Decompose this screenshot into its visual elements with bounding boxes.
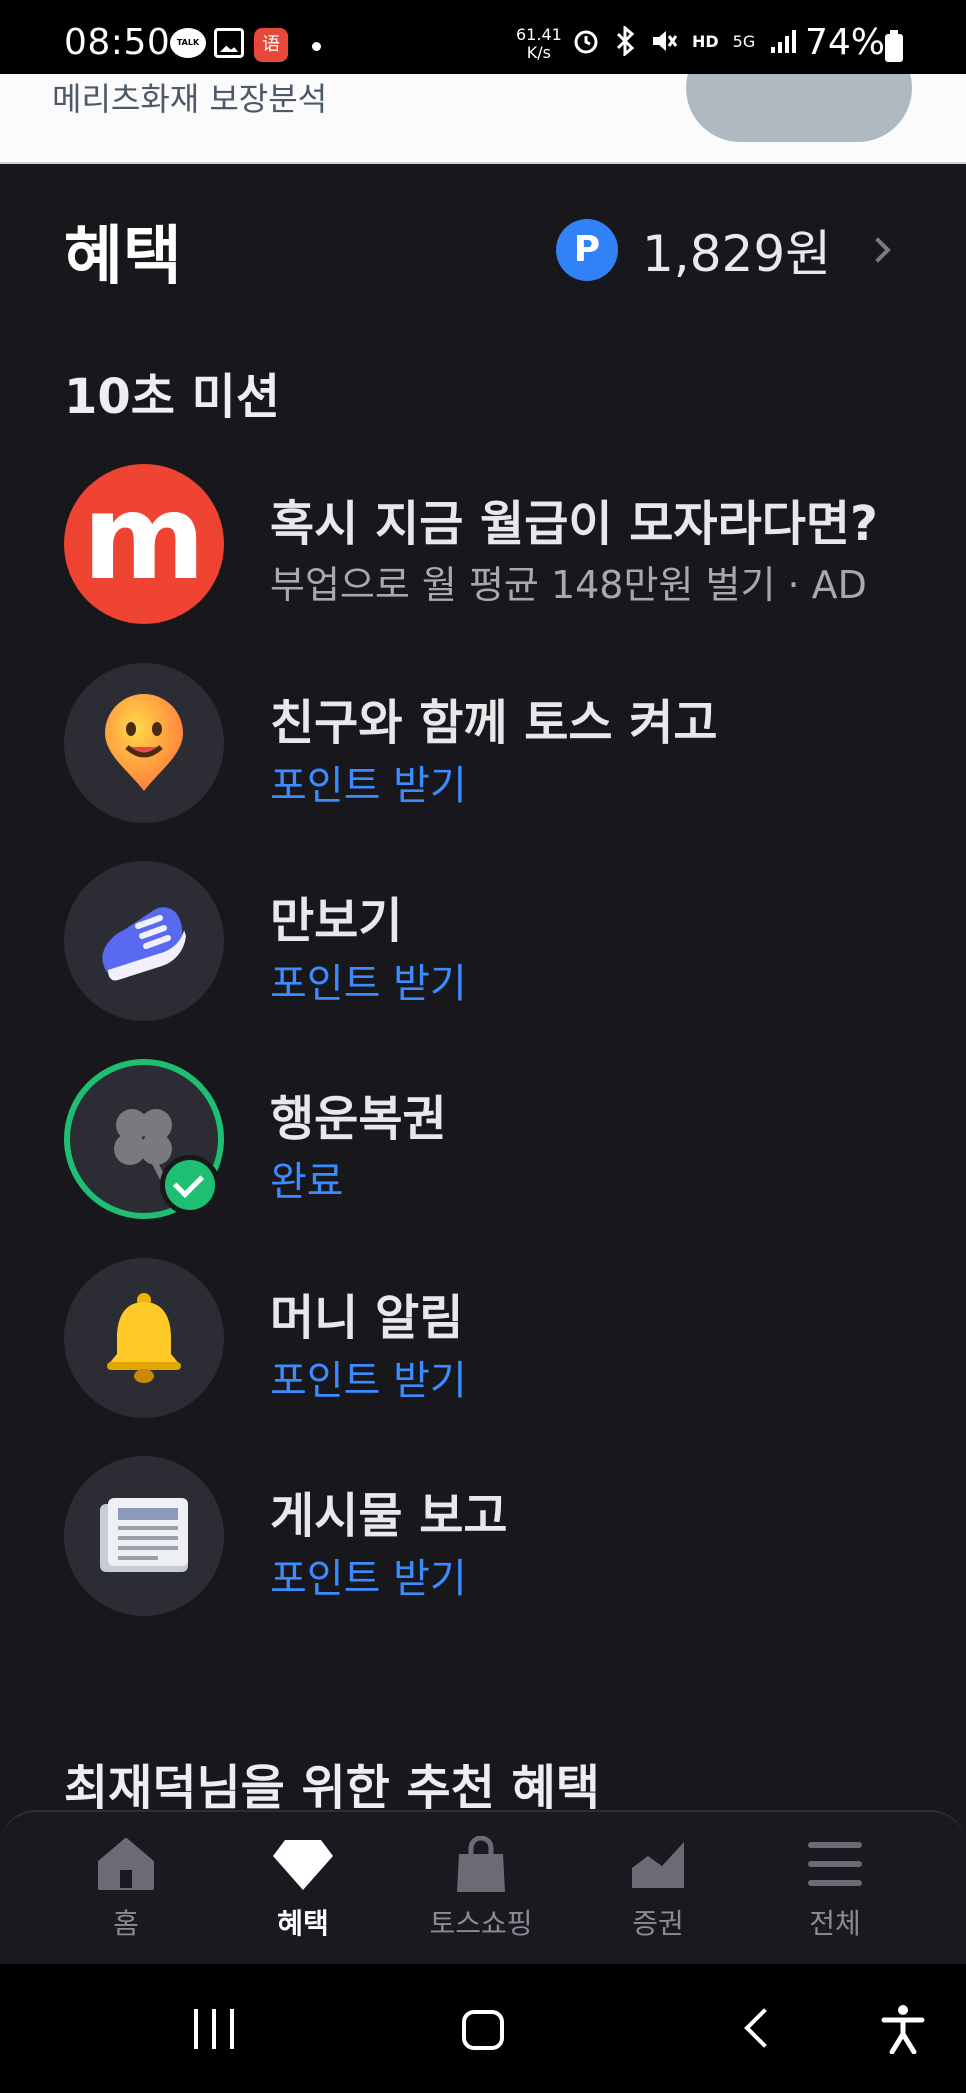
mission-item-side-job-ad[interactable]: m 혹시 지금 월급이 모자라다면? 부업으로 월 평균 148만원 벌기 · … <box>64 464 924 624</box>
banner-button[interactable] <box>686 74 912 142</box>
tab-label: 증권 <box>632 1907 684 1940</box>
battery-icon <box>885 30 903 62</box>
tab-benefits[interactable]: 혜택 <box>223 1836 383 1956</box>
signal-icon <box>771 30 797 53</box>
tab-label: 혜택 <box>277 1907 329 1940</box>
points-amount: 1,829원 <box>642 225 832 283</box>
stock-chart-icon <box>632 1842 684 1888</box>
recent-apps-button[interactable] <box>194 2009 234 2049</box>
mission-item-pedometer[interactable]: 만보기 포인트 받기 <box>64 861 924 1021</box>
back-button[interactable] <box>744 2008 784 2048</box>
tab-toss-shopping[interactable]: 토스쇼핑 <box>401 1836 561 1956</box>
mission-title: 행운복권 <box>270 1091 447 1147</box>
status-time: 08:50 <box>64 22 171 63</box>
m-logo-letter: m <box>82 468 206 606</box>
mission-title: 머니 알림 <box>270 1290 464 1346</box>
points-balance-button[interactable]: P 1,829원 <box>556 214 891 286</box>
tab-home[interactable]: 홈 <box>46 1836 206 1956</box>
diamond-icon <box>273 1840 333 1890</box>
kakaotalk-notification-icon: TALK <box>170 28 206 58</box>
tab-label: 전체 <box>809 1907 861 1940</box>
mission-item-friends[interactable]: 친구와 함께 토스 켜고 포인트 받기 <box>64 663 924 823</box>
sneaker-icon <box>64 861 224 1021</box>
status-bar: 08:50 TALK 语 61.41 K/s HD 5G 74% <box>0 0 966 74</box>
mission-reward-link[interactable]: 포인트 받기 <box>270 1348 467 1406</box>
bluetooth-icon <box>616 26 635 56</box>
tab-stocks[interactable]: 증권 <box>578 1836 738 1956</box>
recommend-section-title: 최재덕님을 위한 추천 혜택 <box>64 1760 600 1816</box>
missions-section-title: 10초 미션 <box>64 369 280 425</box>
points-icon: P <box>556 219 618 281</box>
newspaper-icon <box>64 1456 224 1616</box>
mission-reward-link[interactable]: 포인트 받기 <box>270 1546 467 1604</box>
alarm-icon <box>574 30 598 54</box>
banner-text: 메리츠화재 보장분석 <box>52 80 328 118</box>
gallery-notification-icon <box>214 28 244 58</box>
mission-item-money-alert[interactable]: 머니 알림 포인트 받기 <box>64 1258 924 1418</box>
battery-percent: 74% <box>805 22 886 63</box>
shopping-bag-icon <box>457 1836 505 1892</box>
network-type-label: 5G <box>732 31 756 51</box>
mission-item-view-post[interactable]: 게시물 보고 포인트 받기 <box>64 1456 924 1616</box>
menu-icon <box>808 1842 862 1886</box>
mission-title: 게시물 보고 <box>270 1488 508 1544</box>
accessibility-icon[interactable] <box>880 2004 926 2054</box>
app-notification-icon: 语 <box>254 28 288 62</box>
bottom-tab-bar: 홈 혜택 토스쇼핑 증권 전체 <box>0 1810 966 1964</box>
mission-status-completed: 완료 <box>270 1159 344 1205</box>
network-speed: 61.41 K/s <box>516 25 562 62</box>
mission-reward-link[interactable]: 포인트 받기 <box>270 753 467 811</box>
mission-title: 친구와 함께 토스 켜고 <box>270 695 718 751</box>
hd-voice-label: HD <box>692 31 719 51</box>
system-navigation-bar <box>0 1964 966 2093</box>
scrolled-banner-remnant[interactable]: 메리츠화재 보장분석 <box>0 74 966 164</box>
mission-subtitle: 부업으로 월 평균 148만원 벌기 · AD <box>270 563 867 607</box>
check-icon <box>160 1155 220 1215</box>
home-button[interactable] <box>462 2010 504 2050</box>
tab-label: 홈 <box>113 1907 139 1940</box>
mission-item-lucky-lottery[interactable]: 행운복권 완료 <box>64 1059 924 1219</box>
mission-reward-link[interactable]: 포인트 받기 <box>270 951 467 1009</box>
mission-title: 만보기 <box>270 893 403 949</box>
home-icon <box>98 1838 154 1890</box>
status-icons: HD 5G <box>572 26 799 56</box>
smiley-pin-icon <box>64 663 224 823</box>
mission-title: 혹시 지금 월급이 모자라다면? <box>270 496 878 552</box>
chevron-right-icon <box>865 237 891 263</box>
m-logo-icon: m <box>64 464 224 624</box>
tab-label: 토스쇼핑 <box>429 1907 533 1940</box>
mute-icon <box>653 31 678 51</box>
tab-all-menu[interactable]: 전체 <box>755 1836 915 1956</box>
bell-icon <box>64 1258 224 1418</box>
page-title: 혜택 <box>64 220 182 294</box>
more-notifications-dot-icon <box>312 42 321 51</box>
